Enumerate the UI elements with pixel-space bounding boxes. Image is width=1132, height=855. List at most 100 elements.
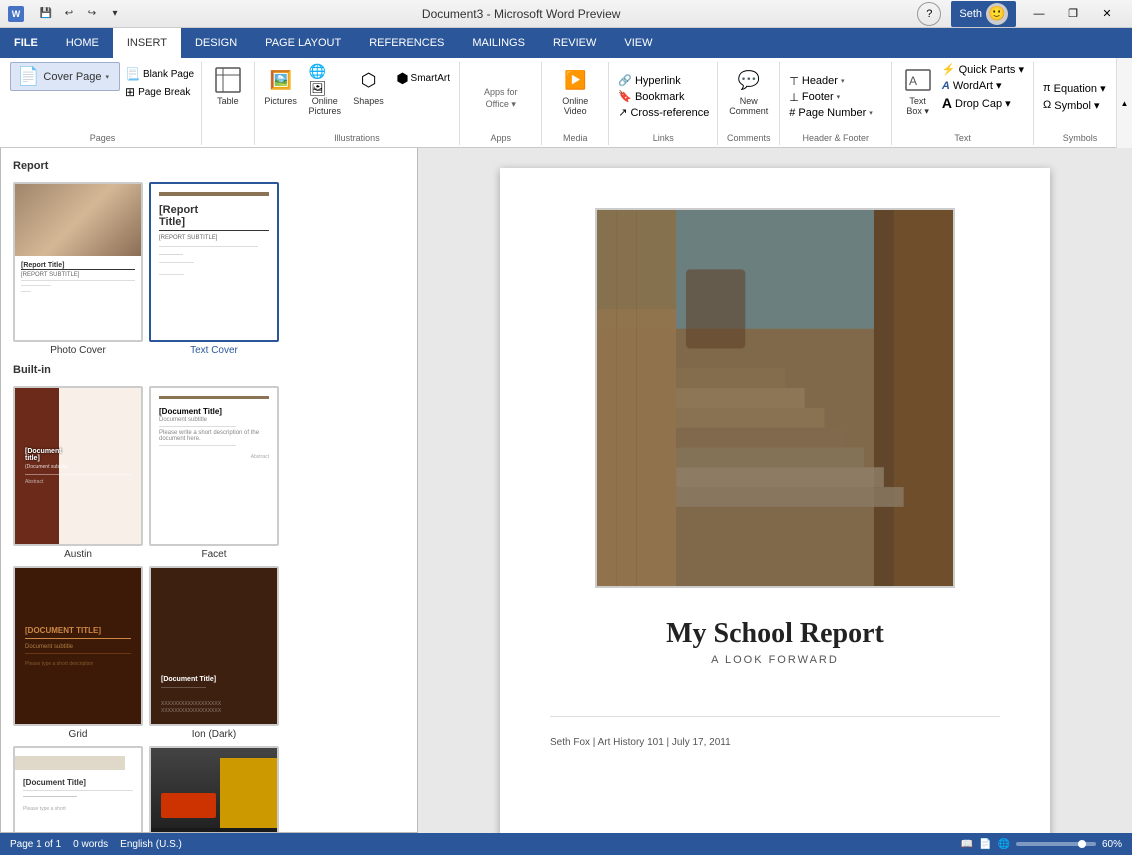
tab-page-layout[interactable]: PAGE LAYOUT bbox=[251, 28, 355, 58]
save-button[interactable]: 💾 bbox=[36, 5, 56, 23]
smartart-button[interactable]: ⬢ SmartArt bbox=[392, 68, 453, 89]
page-number-dropdown-arrow: ▾ bbox=[869, 109, 873, 117]
ion-dark-item[interactable]: [Document Title] ————————— XXXXXXXXXXXXX… bbox=[149, 566, 279, 740]
minimize-button[interactable]: — bbox=[1022, 0, 1056, 28]
blank-page-button[interactable]: 📃 Blank Page bbox=[122, 66, 197, 82]
built-in-section-label: Built-in bbox=[13, 364, 409, 376]
facet-item[interactable]: [Document Title] Document subtitle Pleas… bbox=[149, 386, 279, 560]
document-photo-frame bbox=[595, 208, 955, 588]
austin-item[interactable]: [Documenttitle] (Document subtitle) Abst… bbox=[13, 386, 143, 560]
new-comment-button[interactable]: 💬 NewComment bbox=[725, 62, 772, 118]
text-box-icon: A bbox=[902, 64, 934, 96]
read-view-icon[interactable]: 📖 bbox=[961, 839, 973, 850]
grid-item[interactable]: [DOCUMENT TITLE] Document subtitle Pleas… bbox=[13, 566, 143, 740]
pictures-button[interactable]: 🖼️ Pictures bbox=[261, 62, 301, 108]
ribbon-scroll-up-icon[interactable]: ▲ bbox=[1121, 99, 1129, 108]
facet-inner: [Document Title] Document subtitle Pleas… bbox=[151, 388, 277, 544]
text-thumb-content: [ReportTitle] [REPORT SUBTITLE] ———— ———… bbox=[151, 184, 277, 340]
illustrations-group-label: Illustrations bbox=[261, 133, 454, 145]
header-dropdown-arrow: ▾ bbox=[841, 77, 845, 85]
window-title: Document3 - Microsoft Word Preview bbox=[422, 7, 621, 21]
bookmark-button[interactable]: 🔖 Bookmark bbox=[615, 89, 687, 104]
restore-button[interactable]: ❐ bbox=[1056, 0, 1090, 28]
online-video-button[interactable]: ▶️ OnlineVideo bbox=[555, 62, 595, 118]
symbol-button[interactable]: Ω Symbol ▾ bbox=[1040, 98, 1103, 113]
blank-page-icon: 📃 bbox=[125, 67, 140, 81]
redo-button[interactable]: ↪ bbox=[82, 5, 102, 23]
austin-label: Austin bbox=[64, 549, 92, 560]
motion-inner: [Year] [Document Title] bbox=[151, 748, 277, 833]
ribbon-group-links: 🔗 Hyperlink 🔖 Bookmark ↗ Cross-reference… bbox=[611, 62, 718, 145]
page-break-icon: ⊞ bbox=[125, 85, 135, 99]
austin-inner: [Documenttitle] (Document subtitle) Abst… bbox=[15, 388, 141, 544]
shapes-icon: ⬡ bbox=[353, 64, 385, 96]
apps-group-label: Apps bbox=[466, 133, 535, 145]
tab-review[interactable]: REVIEW bbox=[539, 28, 610, 58]
cover-page-button[interactable]: 📄 Cover Page ▾ bbox=[10, 62, 120, 91]
text-cover-item[interactable]: [ReportTitle] [REPORT SUBTITLE] ———— ———… bbox=[149, 182, 279, 356]
header-footer-group-label: Header & Footer bbox=[786, 133, 885, 145]
photo-cover-item[interactable]: [Report Title] [REPORT SUBTITLE] —————— … bbox=[13, 182, 143, 356]
symbol-icon: Ω bbox=[1043, 99, 1051, 111]
user-area[interactable]: Seth 🙂 bbox=[951, 1, 1016, 27]
grid-thumb: [DOCUMENT TITLE] Document subtitle Pleas… bbox=[13, 566, 143, 726]
language: English (U.S.) bbox=[120, 839, 182, 850]
bookmark-icon: 🔖 bbox=[618, 90, 632, 103]
cross-reference-button[interactable]: ↗ Cross-reference bbox=[615, 105, 712, 120]
comments-group-content: 💬 NewComment bbox=[724, 62, 773, 131]
hyperlink-icon: 🔗 bbox=[618, 74, 632, 87]
footer-dropdown-arrow: ▾ bbox=[837, 93, 841, 101]
motion-item[interactable]: [Year] [Document Title] Motion bbox=[149, 746, 279, 833]
footer-button[interactable]: ⊥ Footer ▾ bbox=[786, 90, 843, 105]
tab-design[interactable]: DESIGN bbox=[181, 28, 251, 58]
page-break-button[interactable]: ⊞ Page Break bbox=[122, 84, 197, 100]
facet-thumb: [Document Title] Document subtitle Pleas… bbox=[149, 386, 279, 546]
tab-mailings[interactable]: MAILINGS bbox=[458, 28, 539, 58]
ribbon-group-pages: 📄 Cover Page ▾ 📃 Blank Page ⊞ Page Break… bbox=[6, 62, 202, 145]
close-button[interactable]: ✕ bbox=[1090, 0, 1124, 28]
ribbon-group-apps: Apps forOffice ▾ Apps bbox=[462, 62, 542, 145]
quick-parts-button[interactable]: ⚡ Quick Parts ▾ bbox=[939, 62, 1027, 77]
header-button[interactable]: ⊤ Header ▾ bbox=[786, 74, 847, 89]
zoom-slider[interactable] bbox=[1016, 842, 1096, 846]
document-subtitle: A LOOK FORWARD bbox=[711, 654, 839, 666]
tab-view[interactable]: VIEW bbox=[610, 28, 666, 58]
built-in-thumbnails: [Documenttitle] (Document subtitle) Abst… bbox=[9, 382, 409, 833]
tab-file[interactable]: FILE bbox=[0, 28, 52, 58]
equation-button[interactable]: π Equation ▾ bbox=[1040, 81, 1109, 96]
ion-light-inner: [Document Title] ————————— Please type a… bbox=[15, 748, 141, 833]
wordart-button[interactable]: A WordArt ▾ bbox=[939, 78, 1027, 93]
pictures-icon: 🖼️ bbox=[265, 64, 297, 96]
customize-qat-button[interactable]: ▾ bbox=[105, 5, 125, 23]
web-view-icon[interactable]: 🌐 bbox=[998, 839, 1010, 850]
text-cover-title: [ReportTitle] bbox=[159, 204, 269, 231]
grid-inner: [DOCUMENT TITLE] Document subtitle Pleas… bbox=[15, 568, 141, 724]
text-group-label: Text bbox=[898, 133, 1027, 145]
wordart-icon: A bbox=[942, 80, 950, 92]
text-box-button[interactable]: A TextBox ▾ bbox=[898, 62, 937, 119]
tab-references[interactable]: REFERENCES bbox=[355, 28, 458, 58]
ribbon-body: 📄 Cover Page ▾ 📃 Blank Page ⊞ Page Break… bbox=[0, 58, 1132, 148]
ribbon-group-comments: 💬 NewComment Comments bbox=[720, 62, 780, 145]
ribbon-group-media: ▶️ OnlineVideo Media bbox=[544, 62, 609, 145]
tab-home[interactable]: HOME bbox=[52, 28, 113, 58]
ion-light-item[interactable]: [Document Title] ————————— Please type a… bbox=[13, 746, 143, 833]
symbols-group-label: Symbols bbox=[1040, 133, 1120, 145]
page-number-button[interactable]: # Page Number ▾ bbox=[786, 106, 876, 120]
new-comment-label: NewComment bbox=[729, 96, 768, 116]
hyperlink-button[interactable]: 🔗 Hyperlink bbox=[615, 73, 684, 88]
shapes-button[interactable]: ⬡ Shapes bbox=[349, 62, 389, 108]
drop-cap-button[interactable]: A Drop Cap ▾ bbox=[939, 94, 1027, 112]
tab-insert[interactable]: INSERT bbox=[113, 28, 181, 58]
title-bar: W 💾 ↩ ↪ ▾ Document3 - Microsoft Word Pre… bbox=[0, 0, 1132, 28]
links-group-label: Links bbox=[615, 133, 711, 145]
online-pictures-button[interactable]: 🌐🖼 OnlinePictures bbox=[305, 62, 345, 118]
photo-cover-label: Photo Cover bbox=[50, 345, 106, 356]
online-video-icon: ▶️ bbox=[559, 64, 591, 96]
undo-button[interactable]: ↩ bbox=[59, 5, 79, 23]
cross-reference-icon: ↗ bbox=[618, 106, 627, 119]
table-button[interactable]: Table bbox=[208, 62, 248, 108]
print-view-icon[interactable]: 📄 bbox=[979, 839, 991, 850]
document-page: My School Report A LOOK FORWARD Seth Fox… bbox=[500, 168, 1050, 833]
help-button[interactable]: ? bbox=[917, 2, 941, 26]
